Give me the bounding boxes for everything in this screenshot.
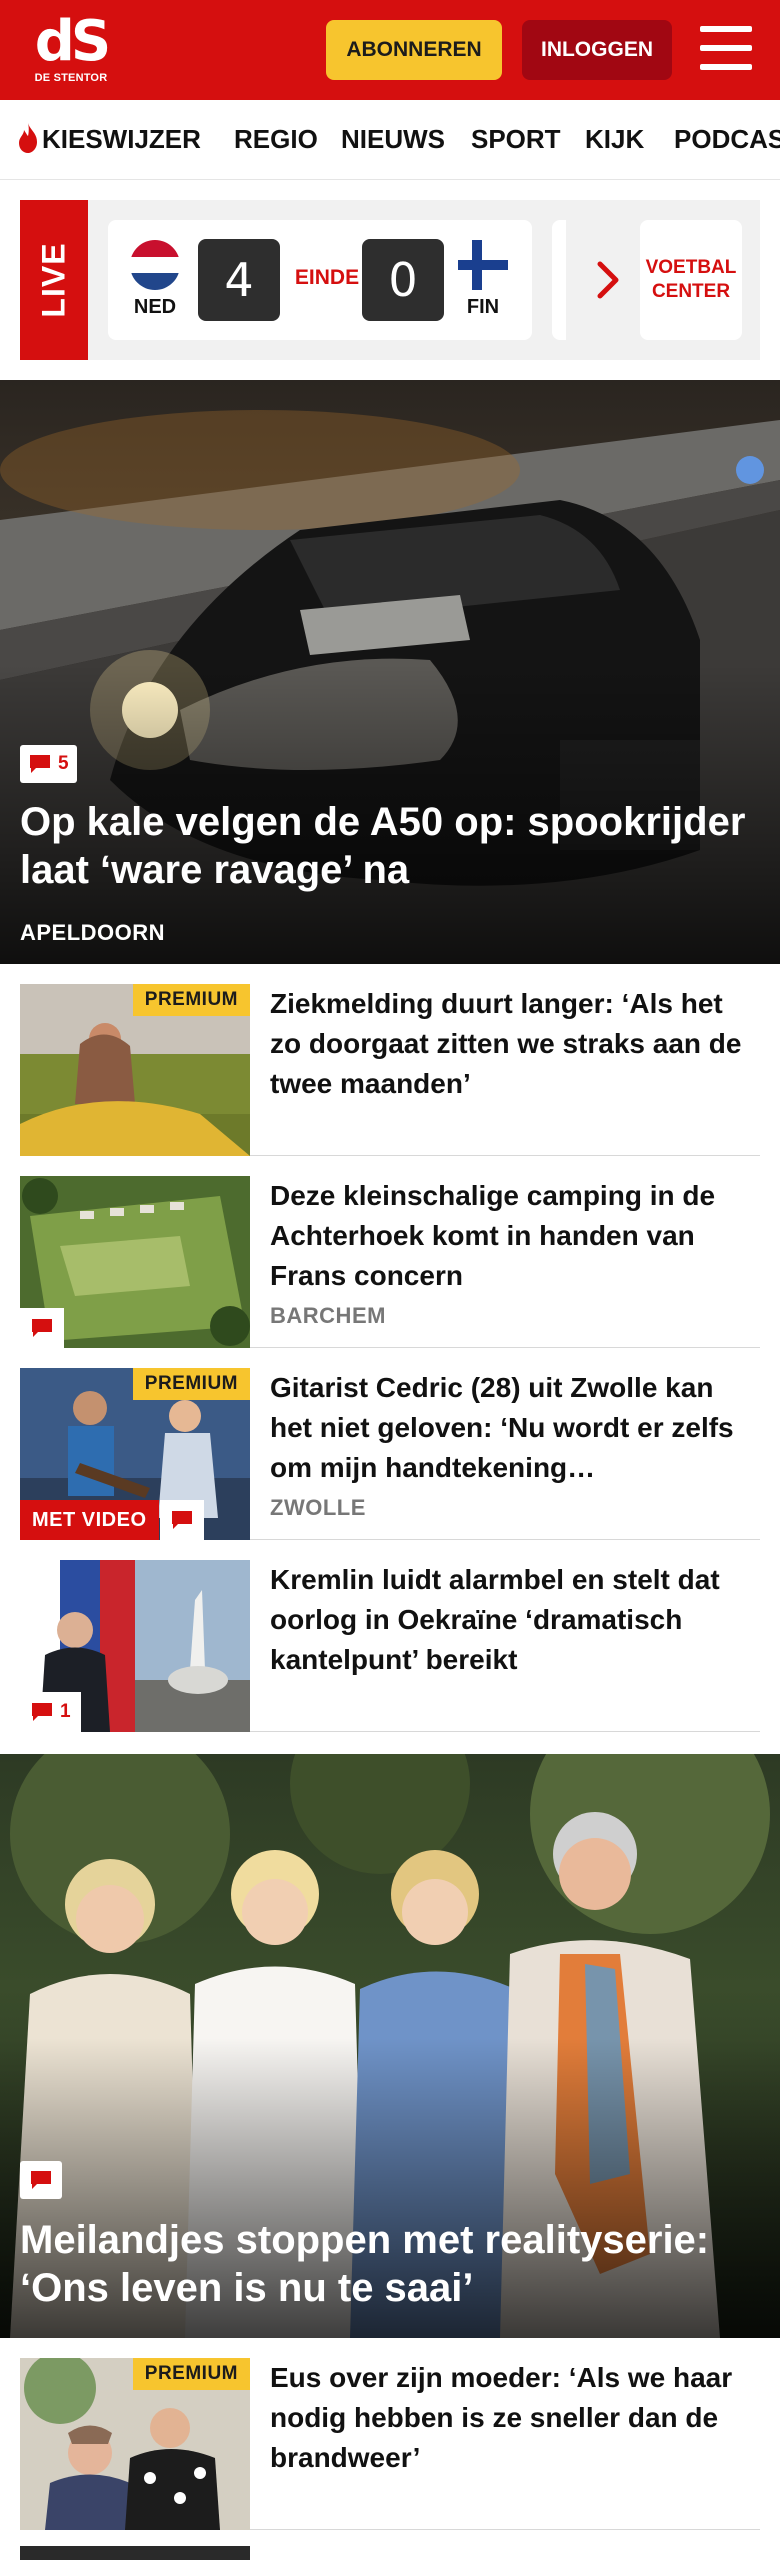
hero-article-meilandjes[interactable]: Meilandjes stoppen met realityserie: ‘On… <box>0 1754 780 2338</box>
article-thumbnail: 1 <box>20 1560 250 1732</box>
comment-badge[interactable] <box>20 1308 64 1348</box>
hero-article-spookrijder[interactable]: 5 Op kale velgen de A50 op: spookrijder … <box>0 380 780 964</box>
premium-badge: PREMIUM <box>132 984 250 1016</box>
main-nav: KIESWIJZER REGIO NIEUWS SPORT KIJK PODCA… <box>0 100 780 180</box>
list-item[interactable]: PREMIUM Ziekmelding duurt langer: ‘Als h… <box>20 984 760 1156</box>
comment-badge[interactable] <box>20 2161 62 2199</box>
hero-headline[interactable]: Meilandjes stoppen met realityserie: ‘On… <box>20 2216 760 2312</box>
comment-count: 5 <box>58 753 69 774</box>
chevron-right-icon[interactable] <box>588 256 628 304</box>
home-score: 4 <box>198 239 280 321</box>
live-scores-strip: LIVE NED 4 EINDE 0 FIN VOETBAL CENTER <box>20 200 760 360</box>
nav-item-nieuws[interactable]: NIEUWS <box>341 100 445 179</box>
hero-location: APELDOORN <box>20 920 166 945</box>
voetbal-center-link[interactable]: VOETBAL CENTER <box>640 220 742 340</box>
list-item[interactable]: Deze kleinschalige camping in de Achterh… <box>20 1176 760 1348</box>
vc-line-2: CENTER <box>651 281 731 302</box>
comment-icon <box>32 1703 52 1721</box>
article-headline[interactable]: Gitarist Cedric (28) uit Zwolle kan het … <box>270 1368 760 1488</box>
login-button[interactable]: INLOGGEN <box>522 20 672 80</box>
flame-icon <box>19 123 37 153</box>
article-headline[interactable]: Kremlin luidt alarmbel en stelt dat oorl… <box>270 1560 760 1680</box>
logo-subtitle: DE STENTOR <box>34 72 108 84</box>
list-item[interactable]: 1 Kremlin luidt alarmbel en stelt dat oo… <box>20 1560 760 1732</box>
article-thumbnail: PREMIUM MET VIDEO <box>20 1368 250 1540</box>
nav-item-sport[interactable]: SPORT <box>471 100 561 179</box>
site-header: dS DE STENTOR ABONNEREN INLOGGEN <box>0 0 780 100</box>
match-card[interactable]: NED 4 EINDE 0 FIN <box>108 220 532 340</box>
comment-icon <box>30 755 50 773</box>
article-headline[interactable]: Eus over zijn moeder: ‘Als we haar nodig… <box>270 2358 760 2478</box>
article-headline[interactable]: Deze kleinschalige camping in de Achterh… <box>270 1176 760 1296</box>
subscribe-button[interactable]: ABONNEREN <box>326 20 502 80</box>
nav-item-kijk[interactable]: KIJK <box>585 100 644 179</box>
article-thumbnail <box>20 1176 250 1348</box>
comment-icon <box>31 2171 51 2189</box>
live-text: LIVE <box>35 242 72 318</box>
article-thumbnail: PREMIUM <box>20 984 250 1156</box>
live-label: LIVE <box>20 200 88 360</box>
comment-count-badge[interactable]: 1 <box>20 1692 81 1732</box>
article-location: BARCHEM <box>270 1303 386 1328</box>
comment-count: 1 <box>60 1701 71 1722</box>
article-headline[interactable]: Ziekmelding duurt langer: ‘Als het zo do… <box>270 984 760 1104</box>
next-article-thumbnail[interactable] <box>20 2546 250 2560</box>
away-team: FIN <box>466 296 500 318</box>
comment-badge[interactable] <box>160 1500 204 1540</box>
finland-flag-icon <box>458 240 508 290</box>
article-thumbnail: PREMIUM <box>20 2358 250 2530</box>
comment-icon <box>172 1511 192 1529</box>
site-logo[interactable]: dS DE STENTOR <box>30 14 112 90</box>
vc-line-1: VOETBAL <box>645 257 737 278</box>
hero-headline[interactable]: Op kale velgen de A50 op: spookrijder la… <box>20 798 760 894</box>
nav-item-regio[interactable]: REGIO <box>234 100 318 179</box>
list-item[interactable]: PREMIUM Eus over zijn moeder: ‘Als we ha… <box>20 2358 760 2530</box>
nav-label: KIESWIJZER <box>42 124 201 154</box>
hamburger-menu-icon[interactable] <box>700 26 752 70</box>
netherlands-flag-icon <box>130 240 180 290</box>
comment-count-badge[interactable]: 5 <box>20 745 77 783</box>
list-item[interactable]: PREMIUM MET VIDEO Gitarist Cedric (28) u… <box>20 1368 760 1540</box>
nav-item-podcast[interactable]: PODCAST <box>674 100 780 179</box>
premium-badge: PREMIUM <box>132 2358 250 2390</box>
article-location: ZWOLLE <box>270 1495 366 1520</box>
next-match-card[interactable] <box>552 220 566 340</box>
match-status: EINDE <box>294 266 360 289</box>
logo-mark: dS <box>34 9 111 74</box>
premium-badge: PREMIUM <box>132 1368 250 1400</box>
home-team: NED <box>133 296 177 318</box>
nav-item-kieswijzer[interactable]: KIESWIJZER <box>16 100 201 179</box>
video-label: MET VIDEO <box>20 1500 159 1540</box>
away-score: 0 <box>362 239 444 321</box>
comment-icon <box>32 1319 52 1337</box>
